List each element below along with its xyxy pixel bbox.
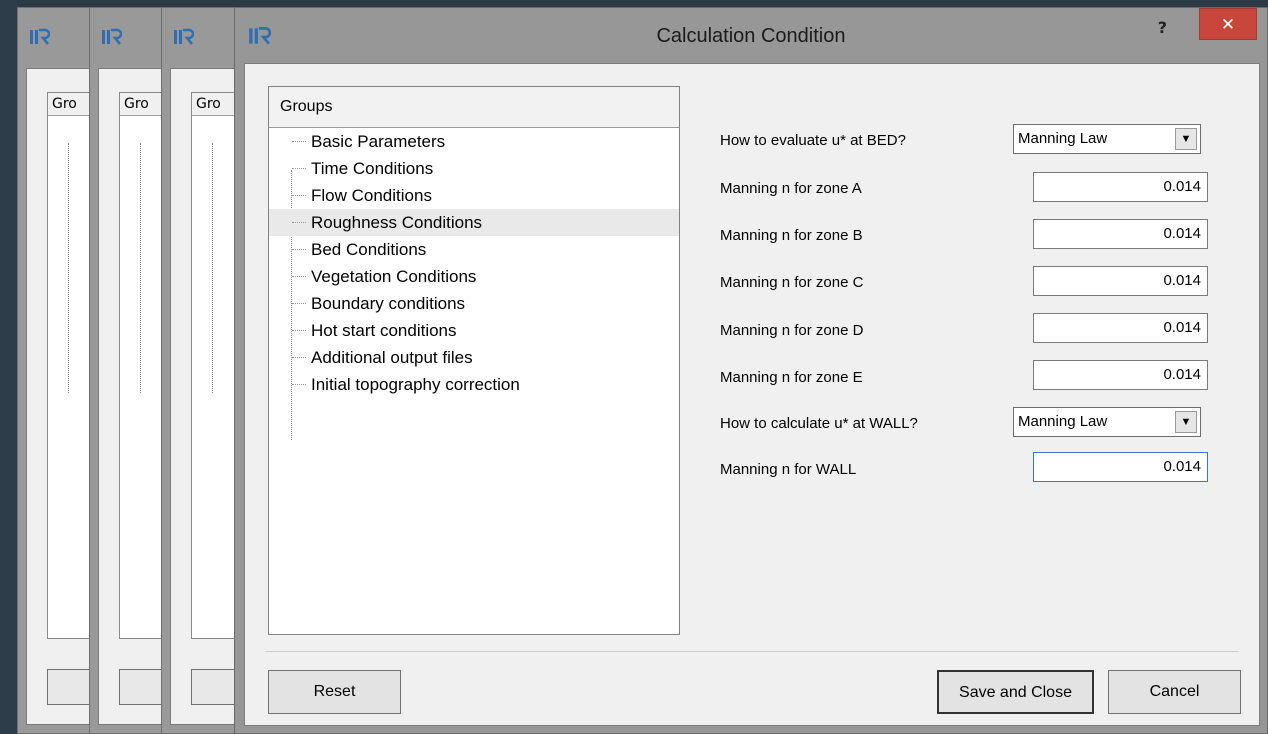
zone-a-label: Manning n for zone A <box>720 180 862 197</box>
bed-method-label: How to evaluate u* at BED? <box>720 132 906 149</box>
iric-logo-icon <box>30 28 50 45</box>
tree-lines <box>140 143 155 393</box>
tree-item-boundary-conditions[interactable]: Boundary conditions <box>269 290 679 317</box>
wall-method-label: How to calculate u* at WALL? <box>720 415 918 432</box>
zone-a-input[interactable]: 0.014 <box>1033 172 1208 202</box>
iric-logo-icon <box>102 28 122 45</box>
tree-item-additional-output-files[interactable]: Additional output files <box>269 344 679 371</box>
window-title: Calculation Condition <box>656 25 846 47</box>
save-and-close-button[interactable]: Save and Close <box>937 670 1094 714</box>
tree-lines <box>68 143 83 393</box>
calculation-condition-dialog: Calculation Condition ? ✕ Groups Basic P… <box>234 7 1268 734</box>
separator <box>265 651 1239 652</box>
wall-input[interactable]: 0.014 <box>1033 452 1208 482</box>
zone-e-input[interactable]: 0.014 <box>1033 360 1208 390</box>
tree-item-flow-conditions[interactable]: Flow Conditions <box>269 182 679 209</box>
dialog-client-area: Groups Basic Parameters Time Conditions … <box>244 63 1260 726</box>
tree-item-roughness-conditions[interactable]: Roughness Conditions <box>269 209 679 236</box>
zone-c-input[interactable]: 0.014 <box>1033 266 1208 296</box>
tree-item-vegetation-conditions[interactable]: Vegetation Conditions <box>269 263 679 290</box>
chevron-down-icon[interactable]: ▼ <box>1175 411 1197 433</box>
bed-method-value: Manning Law <box>1018 130 1108 147</box>
wall-method-value: Manning Law <box>1018 413 1108 430</box>
bed-method-select[interactable]: Manning Law ▼ <box>1013 124 1201 154</box>
zone-b-label: Manning n for zone B <box>720 227 863 244</box>
groups-tree: Groups Basic Parameters Time Conditions … <box>268 86 680 635</box>
desktop-edge <box>0 0 17 734</box>
zone-e-label: Manning n for zone E <box>720 369 863 386</box>
tree-list: Basic Parameters Time Conditions Flow Co… <box>269 128 679 440</box>
tree-item-hot-start-conditions[interactable]: Hot start conditions <box>269 317 679 344</box>
wall-method-select[interactable]: Manning Law ▼ <box>1013 407 1201 437</box>
zone-d-input[interactable]: 0.014 <box>1033 313 1208 343</box>
wall-label: Manning n for WALL <box>720 461 857 478</box>
help-button[interactable]: ? <box>1158 18 1167 37</box>
tree-item-time-conditions[interactable]: Time Conditions <box>269 155 679 182</box>
tree-item-initial-topography-correction[interactable]: Initial topography correction <box>269 371 679 398</box>
close-button[interactable]: ✕ <box>1199 8 1257 40</box>
reset-button[interactable]: Reset <box>268 670 401 714</box>
tree-lines <box>212 143 227 393</box>
zone-d-label: Manning n for zone D <box>720 322 864 339</box>
groups-header: Groups <box>269 87 679 128</box>
tree-item-bed-conditions[interactable]: Bed Conditions <box>269 236 679 263</box>
zone-c-label: Manning n for zone C <box>720 274 864 291</box>
chevron-down-icon[interactable]: ▼ <box>1175 128 1197 150</box>
zone-b-input[interactable]: 0.014 <box>1033 219 1208 249</box>
tree-item-basic-parameters[interactable]: Basic Parameters <box>269 128 679 155</box>
cancel-button[interactable]: Cancel <box>1108 670 1241 714</box>
iric-logo-icon <box>174 28 194 45</box>
